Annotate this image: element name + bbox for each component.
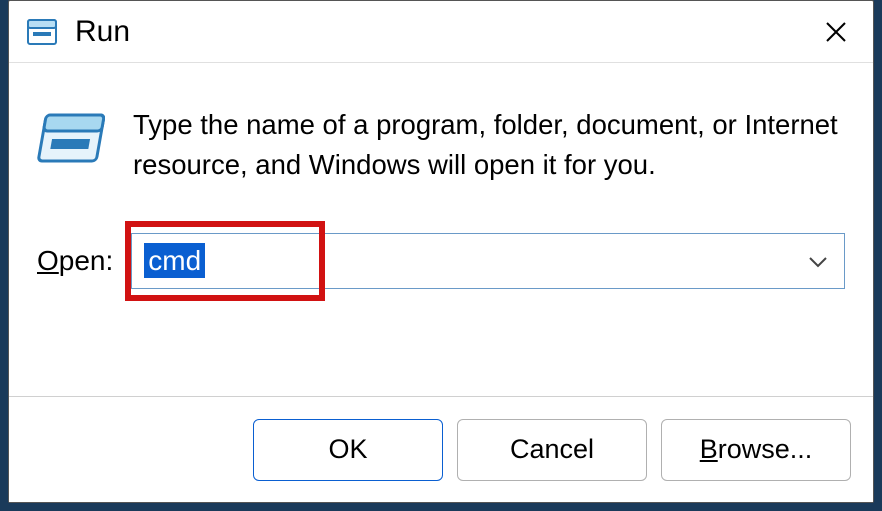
open-label: Open: — [37, 245, 113, 277]
chevron-down-icon — [808, 248, 828, 274]
cancel-button[interactable]: Cancel — [457, 419, 647, 481]
open-row: Open: cmd — [37, 233, 845, 289]
title-bar: Run — [9, 1, 873, 63]
dialog-body: Type the name of a program, folder, docu… — [9, 63, 873, 289]
ok-button[interactable]: OK — [253, 419, 443, 481]
instruction-text: Type the name of a program, folder, docu… — [133, 105, 845, 185]
instruction-row: Type the name of a program, folder, docu… — [37, 105, 845, 185]
title-text: Run — [75, 15, 807, 49]
close-icon — [825, 21, 847, 43]
run-dialog: Run Type the name of a program, folder, … — [8, 0, 874, 503]
open-combobox[interactable]: cmd — [131, 233, 845, 289]
button-bar: OK Cancel Browse... — [9, 396, 873, 502]
close-button[interactable] — [807, 1, 865, 63]
run-icon-small — [27, 19, 57, 45]
browse-button[interactable]: Browse... — [661, 419, 851, 481]
run-icon-large — [37, 111, 105, 167]
open-input-value: cmd — [144, 243, 205, 278]
